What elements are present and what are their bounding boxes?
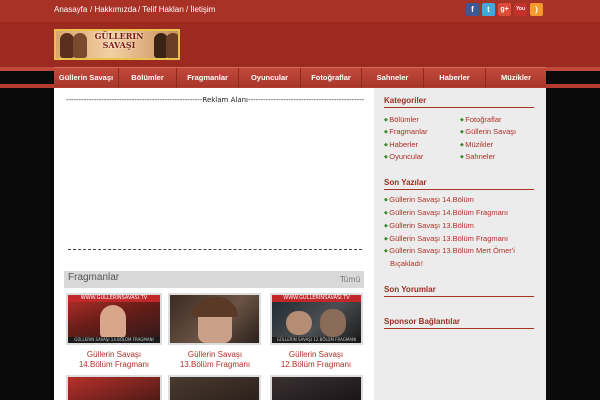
topbar-link-about[interactable]: / Hakkımızda <box>90 5 137 14</box>
sponsor-divider <box>384 328 534 329</box>
recent-post-link[interactable]: Güllerin Savaşı 13.Bölüm <box>384 221 474 230</box>
recent-post-link[interactable]: Güllerin Savaşı 13.Bölüm Mert Ömer'i <box>384 246 515 255</box>
recent-post-link[interactable]: Güllerin Savaşı 13.Bölüm Fragmanı <box>384 234 508 243</box>
fragman-thumbnail-4[interactable] <box>66 375 162 400</box>
category-link-oyuncular[interactable]: Oyuncular <box>384 152 423 161</box>
main-nav: Güllerin Savaşı Bölümler Fragmanlar Oyun… <box>54 67 546 88</box>
fragman-thumbnail-5[interactable] <box>168 375 261 400</box>
facebook-icon[interactable]: f <box>466 3 479 16</box>
category-link-bolumler[interactable]: Bölümler <box>384 115 419 124</box>
topbar-link-home[interactable]: Anasayfa <box>54 5 87 14</box>
twitter-icon[interactable]: t <box>482 3 495 16</box>
recent-post-link-continued[interactable]: Bıçakladı! <box>390 259 423 268</box>
fragman-thumbnail-1[interactable]: WWW.GULLERINSAVASI.TV GÜLLERIN SAVAŞI 14… <box>66 293 162 345</box>
fragman-caption-line1: Güllerin Savaşı <box>288 350 344 359</box>
nav-item-muzikler[interactable]: Müzikler <box>486 68 546 88</box>
rss-icon[interactable]: ) <box>530 3 543 16</box>
nav-item-fragmanlar[interactable]: Fragmanlar <box>177 68 239 88</box>
category-link-gullerin-savasi[interactable]: Güllerin Savaşı <box>460 127 516 136</box>
nav-item-gullerin-savasi[interactable]: Güllerin Savaşı <box>54 68 119 88</box>
kategoriler-divider <box>384 107 534 108</box>
kategoriler-title: Kategoriler <box>384 96 427 105</box>
ad-area-label: ----------------------------------------… <box>66 96 364 104</box>
fragman-caption-line1: Güllerin Savaşı <box>187 350 243 359</box>
fragman-thumbnail-2[interactable] <box>168 293 261 345</box>
recent-post-link[interactable]: Güllerin Savaşı 14.Bölüm <box>384 195 474 204</box>
site-logo[interactable]: GÜLLERIN SAVAŞI <box>54 29 180 60</box>
fragmanlar-title: Fragmanlar <box>68 272 120 283</box>
son-yazilar-divider <box>384 189 534 190</box>
topbar-link-contact[interactable]: / İletişim <box>186 5 215 14</box>
nav-item-haberler[interactable]: Haberler <box>424 68 486 88</box>
son-yorumlar-title: Son Yorumlar <box>384 285 436 294</box>
category-link-sahneler[interactable]: Sahneler <box>460 152 495 161</box>
fragman-caption-line2: 13.Bölüm Fragmanı <box>179 360 251 369</box>
nav-item-oyuncular[interactable]: Oyuncular <box>239 68 301 88</box>
fragman-thumbnail-6[interactable] <box>270 375 363 400</box>
sponsor-title: Sponsor Bağlantılar <box>384 317 461 326</box>
fragman-caption-2[interactable]: Güllerin Savaşı 13.Bölüm Fragmanı <box>167 350 263 370</box>
category-link-fragmanlar[interactable]: Fragmanlar <box>384 127 427 136</box>
category-link-fotograflar[interactable]: Fotoğraflar <box>460 115 501 124</box>
fragman-caption-1[interactable]: Güllerin Savaşı 14.Bölüm Fragmanı <box>66 350 162 370</box>
fragman-caption-line2: 14.Bölüm Fragmanı <box>78 360 150 369</box>
recent-post-link[interactable]: Güllerin Savaşı 14.Bölüm Fragmanı <box>384 208 508 217</box>
son-yazilar-title: Son Yazılar <box>384 178 427 187</box>
nav-item-sahneler[interactable]: Sahneler <box>362 68 424 88</box>
category-link-haberler[interactable]: Haberler <box>384 140 418 149</box>
googleplus-icon[interactable]: g+ <box>498 3 511 16</box>
category-link-muzikler[interactable]: Müzikler <box>460 140 493 149</box>
ad-area-divider <box>68 249 362 251</box>
fragman-caption-line2: 12.Bölüm Fragmanı <box>280 360 352 369</box>
topbar-link-copyright[interactable]: / Telif Hakları <box>138 5 184 14</box>
nav-item-fotograflar[interactable]: Fotoğraflar <box>301 68 362 88</box>
fragmanlar-all-link[interactable]: Tümü <box>340 275 360 284</box>
youtube-icon[interactable]: You <box>514 3 527 16</box>
fragman-caption-3[interactable]: Güllerin Savaşı 12.Bölüm Fragmanı <box>268 350 364 370</box>
nav-item-bolumler[interactable]: Bölümler <box>119 68 177 88</box>
fragman-caption-line1: Güllerin Savaşı <box>86 350 142 359</box>
logo-text: GÜLLERIN SAVAŞI <box>94 31 144 50</box>
son-yorumlar-divider <box>384 296 534 297</box>
fragman-thumbnail-3[interactable]: WWW.GULLERINSAVASI.TV GÜLLERIN SAVAŞI 12… <box>270 293 363 345</box>
